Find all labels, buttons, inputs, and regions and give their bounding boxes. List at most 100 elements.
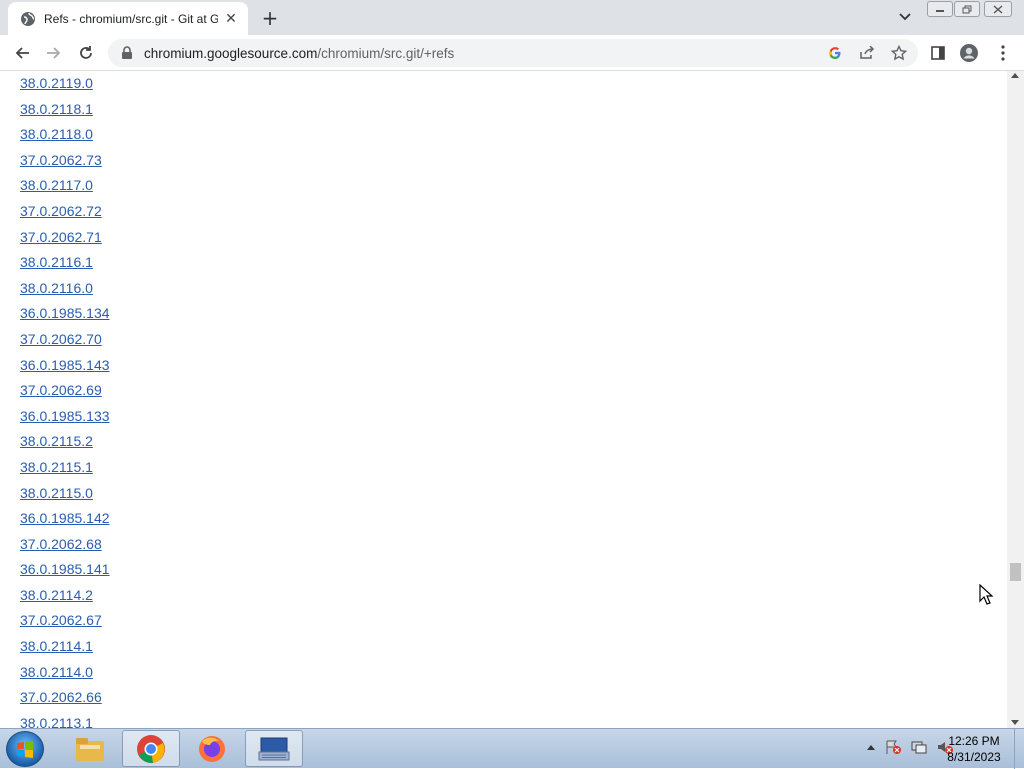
start-button[interactable] bbox=[6, 731, 44, 767]
ref-link[interactable]: 38.0.2114.1 bbox=[20, 638, 93, 654]
profile-avatar[interactable] bbox=[956, 40, 982, 66]
menu-kebab-icon[interactable] bbox=[990, 40, 1016, 66]
list-item: 36.0.1985.142 bbox=[20, 509, 1007, 535]
ref-link[interactable]: 36.0.1985.141 bbox=[20, 561, 110, 577]
list-item: 38.0.2113.1 bbox=[20, 714, 1007, 728]
ref-link[interactable]: 37.0.2062.71 bbox=[20, 229, 102, 245]
new-tab-button[interactable]: + bbox=[258, 6, 282, 30]
lock-icon bbox=[122, 46, 132, 59]
windows-logo-icon bbox=[17, 741, 33, 758]
scrollbar-thumb[interactable] bbox=[1010, 563, 1021, 581]
taskbar-clock[interactable]: 12:26 PM 8/31/2023 bbox=[940, 733, 1008, 765]
list-item: 38.0.2115.0 bbox=[20, 484, 1007, 510]
refs-list: 38.0.2119.0 38.0.2118.1 38.0.2118.0 37.0… bbox=[0, 71, 1007, 728]
minimize-button[interactable] bbox=[927, 1, 953, 17]
restore-button[interactable] bbox=[954, 1, 980, 17]
forward-button[interactable] bbox=[41, 40, 67, 66]
show-desktop-button[interactable] bbox=[1014, 729, 1024, 769]
list-item: 36.0.1985.143 bbox=[20, 356, 1007, 382]
list-item: 37.0.2062.71 bbox=[20, 228, 1007, 254]
ref-link[interactable]: 37.0.2062.67 bbox=[20, 612, 102, 628]
side-panel-icon[interactable] bbox=[925, 40, 951, 66]
address-bar[interactable]: chromium.googlesource.com/chromium/src.g… bbox=[108, 39, 918, 67]
list-item: 38.0.2116.1 bbox=[20, 253, 1007, 279]
browser-toolbar: chromium.googlesource.com/chromium/src.g… bbox=[0, 35, 1024, 71]
mouse-cursor-icon bbox=[979, 584, 993, 605]
globe-icon bbox=[20, 11, 36, 27]
vertical-scrollbar[interactable] bbox=[1007, 71, 1024, 728]
taskbar-chrome[interactable] bbox=[122, 730, 180, 767]
taskbar-firefox[interactable] bbox=[183, 730, 241, 767]
ref-link[interactable]: 36.0.1985.143 bbox=[20, 357, 110, 373]
close-window-button[interactable] bbox=[984, 1, 1012, 17]
list-item: 38.0.2115.2 bbox=[20, 432, 1007, 458]
ref-link[interactable]: 38.0.2113.1 bbox=[20, 715, 93, 728]
ref-link[interactable]: 38.0.2114.2 bbox=[20, 587, 93, 603]
tab-close-icon[interactable]: ✕ bbox=[222, 10, 240, 28]
ref-link[interactable]: 38.0.2117.0 bbox=[20, 177, 93, 193]
network-icon[interactable] bbox=[910, 739, 928, 755]
scroll-down-icon[interactable] bbox=[1011, 720, 1019, 725]
show-hidden-icons-icon[interactable] bbox=[866, 743, 876, 751]
list-item: 37.0.2062.66 bbox=[20, 688, 1007, 714]
folder-icon bbox=[76, 737, 104, 761]
reload-button[interactable] bbox=[73, 40, 99, 66]
list-item: 38.0.2118.1 bbox=[20, 100, 1007, 126]
ref-link[interactable]: 38.0.2115.0 bbox=[20, 485, 93, 501]
ref-link[interactable]: 36.0.1985.142 bbox=[20, 510, 110, 526]
ref-link[interactable]: 37.0.2062.69 bbox=[20, 382, 102, 398]
list-item: 38.0.2119.0 bbox=[20, 74, 1007, 100]
taskbar: 12:26 PM 8/31/2023 bbox=[0, 728, 1024, 769]
tab-refs[interactable]: Refs - chromium/src.git - Git at G ✕ bbox=[8, 2, 248, 35]
list-item: 38.0.2118.0 bbox=[20, 125, 1007, 151]
ref-link[interactable]: 36.0.1985.133 bbox=[20, 408, 110, 424]
ref-link[interactable]: 38.0.2118.1 bbox=[20, 101, 93, 117]
list-item: 38.0.2115.1 bbox=[20, 458, 1007, 484]
list-item: 36.0.1985.133 bbox=[20, 407, 1007, 433]
chrome-icon bbox=[137, 734, 165, 763]
list-item: 37.0.2062.72 bbox=[20, 202, 1007, 228]
ref-link[interactable]: 37.0.2062.66 bbox=[20, 689, 102, 705]
ref-link[interactable]: 38.0.2114.0 bbox=[20, 664, 93, 680]
page-content: 38.0.2119.0 38.0.2118.1 38.0.2118.0 37.0… bbox=[0, 71, 1007, 728]
list-item: 37.0.2062.73 bbox=[20, 151, 1007, 177]
tab-title: Refs - chromium/src.git - Git at G bbox=[44, 11, 218, 26]
clock-time: 12:26 PM bbox=[948, 734, 1000, 748]
chevron-down-icon[interactable] bbox=[894, 6, 916, 28]
list-item: 38.0.2117.0 bbox=[20, 176, 1007, 202]
list-item: 38.0.2116.0 bbox=[20, 279, 1007, 305]
ref-link[interactable]: 37.0.2062.70 bbox=[20, 331, 102, 347]
list-item: 37.0.2062.67 bbox=[20, 611, 1007, 637]
share-icon[interactable] bbox=[856, 43, 878, 63]
ref-link[interactable]: 37.0.2062.68 bbox=[20, 536, 102, 552]
firefox-icon bbox=[199, 735, 225, 762]
list-item: 38.0.2114.2 bbox=[20, 586, 1007, 612]
address-url: chromium.googlesource.com/chromium/src.g… bbox=[144, 46, 454, 61]
ref-link[interactable]: 38.0.2115.2 bbox=[20, 433, 93, 449]
ref-link[interactable]: 38.0.2115.1 bbox=[20, 459, 93, 475]
ref-link[interactable]: 38.0.2118.0 bbox=[20, 126, 93, 142]
action-center-flag-icon[interactable] bbox=[884, 739, 902, 755]
list-item: 38.0.2114.1 bbox=[20, 637, 1007, 663]
ref-link[interactable]: 38.0.2116.1 bbox=[20, 254, 93, 270]
ref-link[interactable]: 37.0.2062.73 bbox=[20, 152, 102, 168]
ref-link[interactable]: 37.0.2062.72 bbox=[20, 203, 102, 219]
list-item: 37.0.2062.70 bbox=[20, 330, 1007, 356]
back-button[interactable] bbox=[9, 40, 35, 66]
taskbar-file-explorer[interactable] bbox=[61, 730, 119, 767]
list-item: 36.0.1985.141 bbox=[20, 560, 1007, 586]
ref-link[interactable]: 36.0.1985.134 bbox=[20, 305, 110, 321]
clock-date: 8/31/2023 bbox=[947, 750, 1001, 764]
keyboard-icon bbox=[258, 737, 290, 760]
ref-link[interactable]: 38.0.2119.0 bbox=[20, 75, 93, 91]
ref-link[interactable]: 38.0.2116.0 bbox=[20, 280, 93, 296]
url-path: /chromium/src.git/+refs bbox=[317, 45, 455, 61]
taskbar-keyboard-app[interactable] bbox=[245, 730, 303, 767]
scroll-up-icon[interactable] bbox=[1011, 73, 1019, 78]
star-icon[interactable] bbox=[888, 43, 910, 63]
google-icon[interactable] bbox=[824, 43, 846, 63]
list-item: 37.0.2062.68 bbox=[20, 535, 1007, 561]
url-host: chromium.googlesource.com bbox=[144, 45, 318, 61]
list-item: 37.0.2062.69 bbox=[20, 381, 1007, 407]
list-item: 36.0.1985.134 bbox=[20, 304, 1007, 330]
